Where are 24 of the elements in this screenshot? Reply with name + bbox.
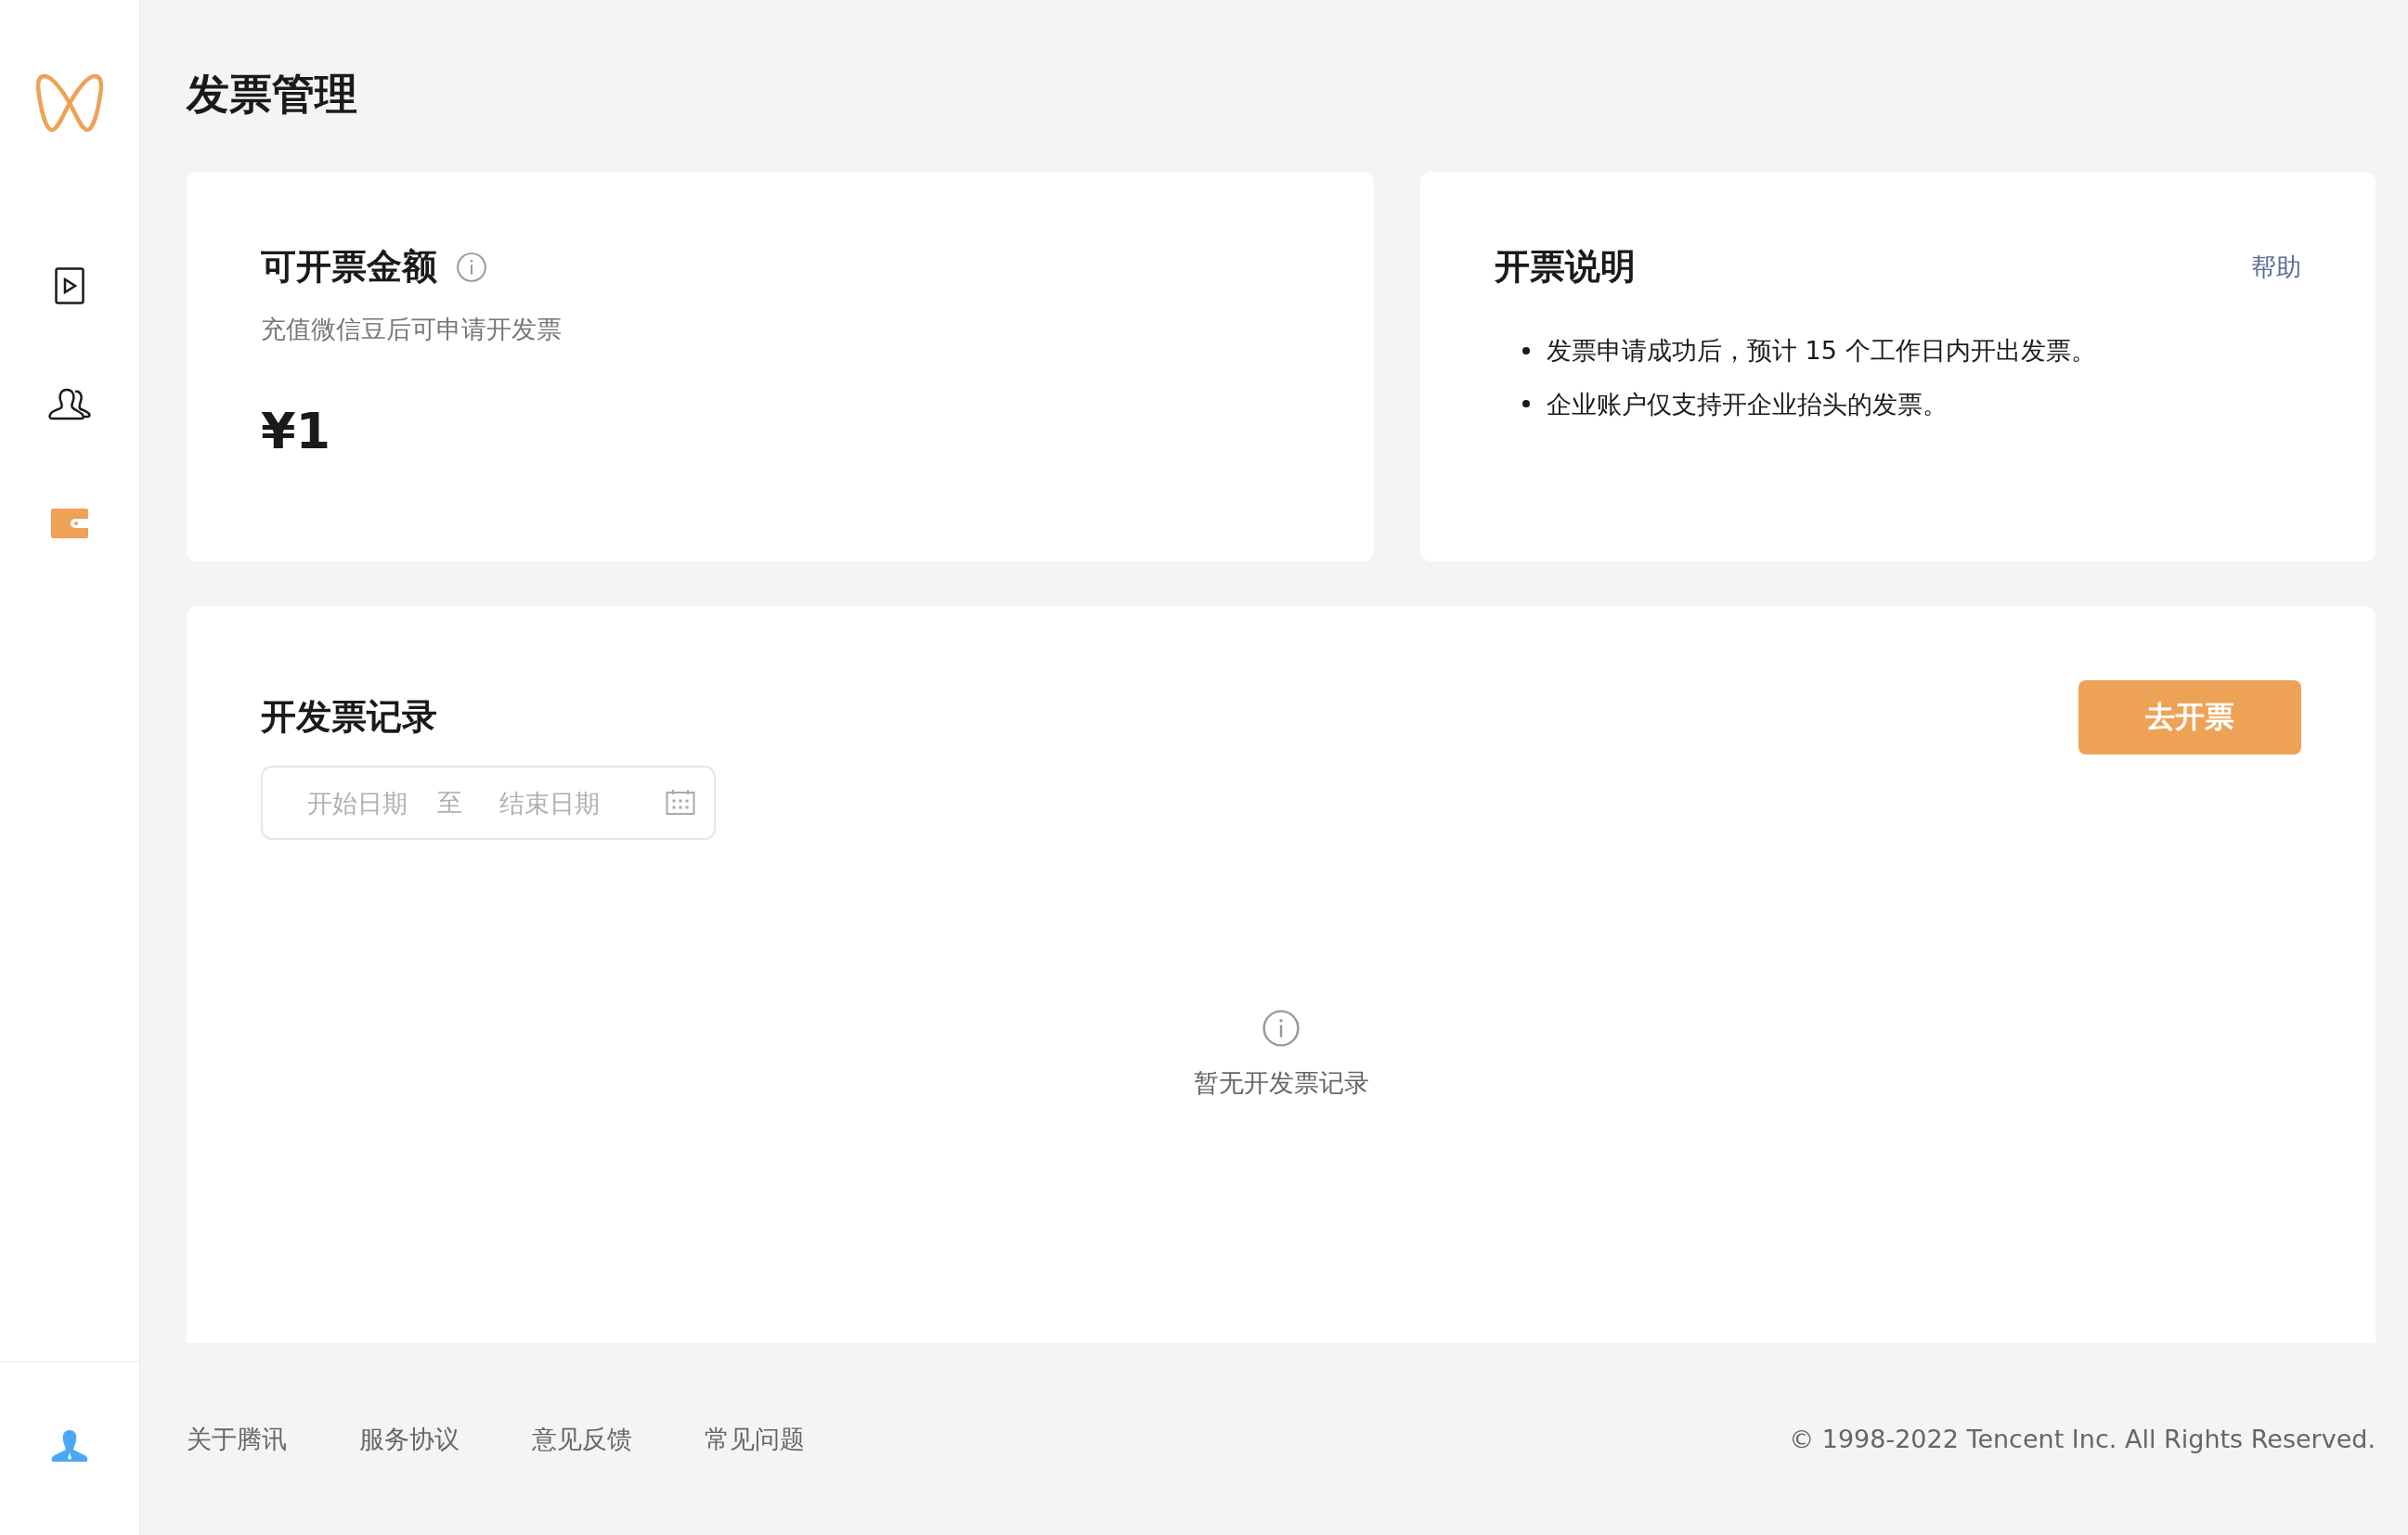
card-title: 开发票记录 xyxy=(261,696,437,739)
footer-link[interactable]: 关于腾讯 xyxy=(187,1422,287,1456)
note-text: 企业账户仅支持开企业抬头的发票。 xyxy=(1547,388,1948,420)
help-link[interactable]: 帮助 xyxy=(2251,251,2301,284)
bullet-dot xyxy=(1522,346,1530,355)
calendar-icon[interactable] xyxy=(666,790,695,817)
card-title: 开票说明 xyxy=(1495,246,1636,289)
start-date-field[interactable]: 开始日期 xyxy=(307,788,419,818)
amount-value: ¥1 xyxy=(261,401,332,460)
footer-link[interactable]: 服务协议 xyxy=(359,1422,460,1456)
end-date-field[interactable]: 结束日期 xyxy=(499,788,611,818)
logo-icon xyxy=(35,72,104,134)
footer-link[interactable]: 意见反馈 xyxy=(532,1422,632,1456)
copyright-text: © 1998-2022 Tencent Inc. All Rights Reserved. xyxy=(1789,1425,2376,1454)
card-title: 可开票金额 xyxy=(261,246,437,289)
empty-state-text: 暂无开发票记录 xyxy=(1193,1067,1369,1100)
card-subtitle: 充值微信豆后可申请开发票 xyxy=(261,313,563,345)
footer-link[interactable]: 常见问题 xyxy=(705,1422,805,1456)
bullet-dot xyxy=(1522,400,1530,408)
note-text: 发票申请成功后，预计 15 个工作日内开出发票。 xyxy=(1547,334,2096,367)
range-separator: 至 xyxy=(437,787,462,819)
info-icon xyxy=(1262,1009,1301,1049)
info-icon xyxy=(456,252,487,283)
page-title: 发票管理 xyxy=(187,69,358,121)
